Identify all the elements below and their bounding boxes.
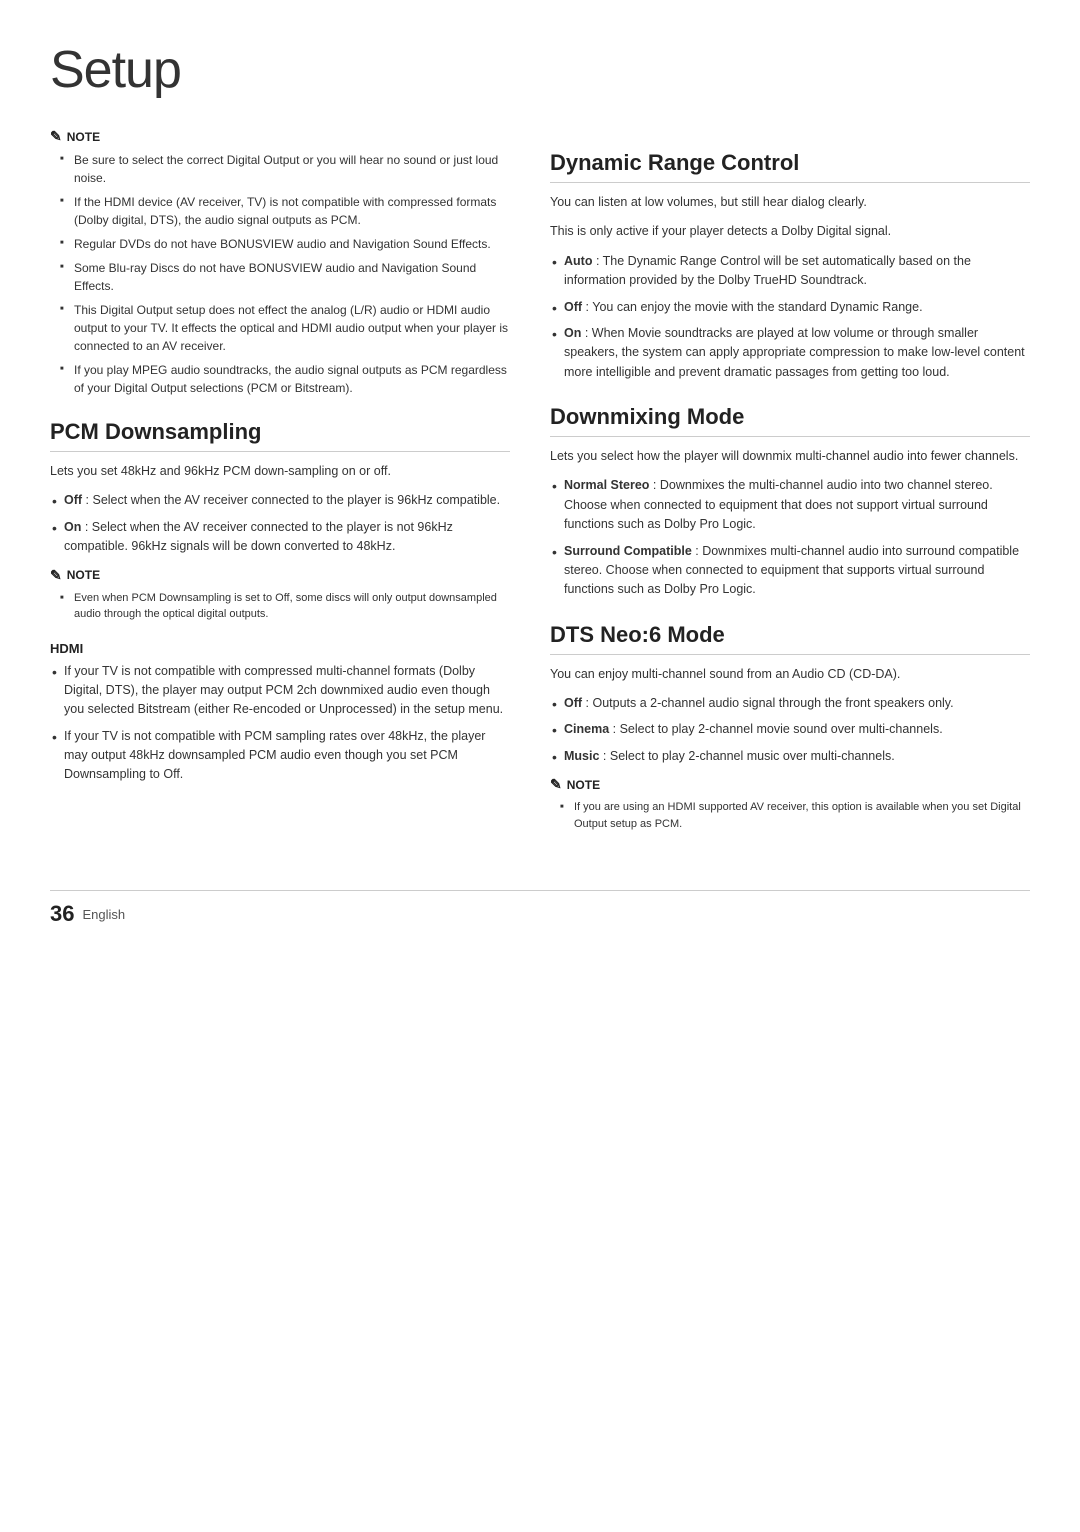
dynamic-range-bullet-list: Auto : The Dynamic Range Control will be… xyxy=(550,252,1030,382)
list-item: Some Blu-ray Discs do not have BONUSVIEW… xyxy=(60,259,510,295)
list-item: Regular DVDs do not have BONUSVIEW audio… xyxy=(60,235,510,253)
footer-language: English xyxy=(82,907,125,922)
top-note-list: Be sure to select the correct Digital Ou… xyxy=(50,151,510,397)
list-item: If your TV is not compatible with compre… xyxy=(50,662,510,720)
footer: 36 English xyxy=(50,890,1030,927)
pcm-desc: Lets you set 48kHz and 96kHz PCM down-sa… xyxy=(50,462,510,481)
list-item: Off : Outputs a 2-channel audio signal t… xyxy=(550,694,1030,713)
hdmi-subsection: HDMI If your TV is not compatible with c… xyxy=(50,641,510,785)
downmixing-section: Downmixing Mode Lets you select how the … xyxy=(550,404,1030,600)
list-item: If your TV is not compatible with PCM sa… xyxy=(50,727,510,785)
top-note-block: ✎ NOTE Be sure to select the correct Dig… xyxy=(50,128,510,397)
list-item: Normal Stereo : Downmixes the multi-chan… xyxy=(550,476,1030,534)
dts-neo-section: DTS Neo:6 Mode You can enjoy multi-chann… xyxy=(550,622,1030,833)
list-item: Be sure to select the correct Digital Ou… xyxy=(60,151,510,187)
list-item: On : When Movie soundtracks are played a… xyxy=(550,324,1030,382)
dynamic-range-section: Dynamic Range Control You can listen at … xyxy=(550,150,1030,382)
list-item: If you are using an HDMI supported AV re… xyxy=(560,799,1030,832)
list-item: This Digital Output setup does not effec… xyxy=(60,301,510,355)
dts-neo-heading: DTS Neo:6 Mode xyxy=(550,622,1030,655)
dynamic-range-desc1: You can listen at low volumes, but still… xyxy=(550,193,1030,212)
left-column: ✎ NOTE Be sure to select the correct Dig… xyxy=(50,128,510,850)
downmixing-desc: Lets you select how the player will down… xyxy=(550,447,1030,466)
list-item: Surround Compatible : Downmixes multi-ch… xyxy=(550,542,1030,600)
list-item: Even when PCM Downsampling is set to Off… xyxy=(60,590,510,623)
dynamic-range-heading: Dynamic Range Control xyxy=(550,150,1030,183)
pencil-icon: ✎ xyxy=(50,128,62,145)
list-item: If the HDMI device (AV receiver, TV) is … xyxy=(60,193,510,229)
pcm-bullet-list: Off : Select when the AV receiver connec… xyxy=(50,491,510,556)
pcm-note-list: Even when PCM Downsampling is set to Off… xyxy=(50,590,510,623)
hdmi-heading: HDMI xyxy=(50,641,510,656)
list-item: If you play MPEG audio soundtracks, the … xyxy=(60,361,510,397)
top-note-label: ✎ NOTE xyxy=(50,128,510,145)
dts-neo-desc: You can enjoy multi-channel sound from a… xyxy=(550,665,1030,684)
pcm-note-label: ✎ NOTE xyxy=(50,567,510,584)
list-item: Auto : The Dynamic Range Control will be… xyxy=(550,252,1030,291)
dynamic-range-desc2: This is only active if your player detec… xyxy=(550,222,1030,241)
list-item: Off : You can enjoy the movie with the s… xyxy=(550,298,1030,317)
right-column: Dynamic Range Control You can listen at … xyxy=(550,128,1030,850)
downmixing-bullet-list: Normal Stereo : Downmixes the multi-chan… xyxy=(550,476,1030,599)
pencil-icon: ✎ xyxy=(50,567,62,584)
footer-page-number: 36 xyxy=(50,901,74,927)
hdmi-bullet-list: If your TV is not compatible with compre… xyxy=(50,662,510,785)
dts-note-list: If you are using an HDMI supported AV re… xyxy=(550,799,1030,832)
dts-note-block: ✎ NOTE If you are using an HDMI supporte… xyxy=(550,776,1030,832)
page-title: Setup xyxy=(50,40,1030,100)
list-item: On : Select when the AV receiver connect… xyxy=(50,518,510,557)
pencil-icon: ✎ xyxy=(550,776,562,793)
list-item: Cinema : Select to play 2-channel movie … xyxy=(550,720,1030,739)
pcm-section: PCM Downsampling Lets you set 48kHz and … xyxy=(50,419,510,785)
pcm-heading: PCM Downsampling xyxy=(50,419,510,452)
dts-neo-bullet-list: Off : Outputs a 2-channel audio signal t… xyxy=(550,694,1030,766)
downmixing-heading: Downmixing Mode xyxy=(550,404,1030,437)
list-item: Music : Select to play 2-channel music o… xyxy=(550,747,1030,766)
dts-note-label: ✎ NOTE xyxy=(550,776,1030,793)
pcm-note-block: ✎ NOTE Even when PCM Downsampling is set… xyxy=(50,567,510,623)
list-item: Off : Select when the AV receiver connec… xyxy=(50,491,510,510)
